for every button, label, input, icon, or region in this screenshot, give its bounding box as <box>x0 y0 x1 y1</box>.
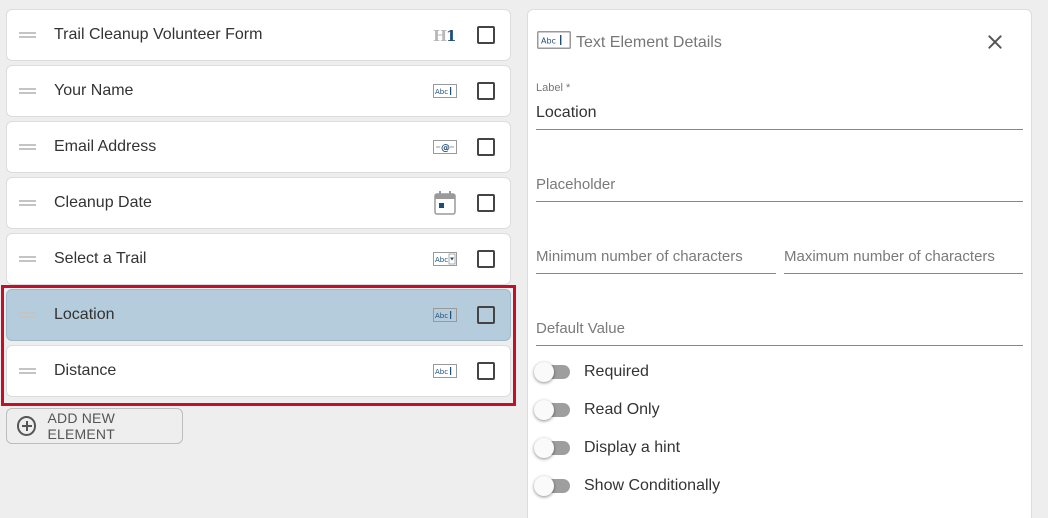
text-field-icon: Abc <box>433 79 457 103</box>
toggle-track[interactable] <box>534 400 570 420</box>
default-value-placeholder: Default Value <box>536 320 625 337</box>
svg-text:Abc: Abc <box>435 368 448 376</box>
form-element-row[interactable]: Trail Cleanup Volunteer Form H 1 <box>6 9 511 61</box>
drag-handle-icon[interactable] <box>19 144 36 150</box>
form-element-label: Select a Trail <box>54 250 147 267</box>
email-field-icon: @ <box>433 135 457 159</box>
calendar-icon <box>433 191 457 215</box>
required-toggle[interactable]: Required <box>534 362 649 382</box>
add-new-element-label: ADD NEW ELEMENT <box>47 410 115 442</box>
form-element-row[interactable]: Distance Abc <box>6 345 511 397</box>
element-checkbox[interactable] <box>477 250 495 268</box>
text-element-details-panel: Abc Text Element Details Label * Locatio… <box>527 9 1032 518</box>
element-checkbox[interactable] <box>477 82 495 100</box>
add-circle-icon <box>17 416 37 436</box>
form-element-label: Location <box>54 306 115 323</box>
add-new-element-button[interactable]: ADD NEW ELEMENT <box>6 408 183 444</box>
label-field-label: Label * <box>536 82 571 94</box>
panel-title: Text Element Details <box>576 33 722 51</box>
text-field-icon: Abc <box>433 303 457 327</box>
toggle-thumb[interactable] <box>534 400 554 420</box>
panel-header: Abc Text Element Details <box>537 31 722 54</box>
form-builder: Trail Cleanup Volunteer Form H 1 Your Na… <box>0 0 1048 518</box>
svg-text:Abc: Abc <box>435 312 448 320</box>
show-conditionally-toggle[interactable]: Show Conditionally <box>534 476 721 496</box>
svg-text:@: @ <box>441 144 450 154</box>
toggle-track[interactable] <box>534 438 570 458</box>
drag-handle-icon[interactable] <box>19 88 36 94</box>
display-hint-toggle-label: Display a hint <box>584 439 681 456</box>
toggle-thumb[interactable] <box>534 362 554 382</box>
element-checkbox[interactable] <box>477 362 495 380</box>
svg-text:1: 1 <box>446 27 456 43</box>
max-characters-field[interactable]: Maximum number of characters <box>784 242 1023 274</box>
display-hint-toggle[interactable]: Display a hint <box>534 438 681 458</box>
text-field-icon: Abc <box>537 31 571 54</box>
drag-handle-icon[interactable] <box>19 312 36 318</box>
form-element-label: Cleanup Date <box>54 194 152 211</box>
drag-handle-icon[interactable] <box>19 368 36 374</box>
drag-handle-icon[interactable] <box>19 256 36 262</box>
close-icon[interactable] <box>987 34 1003 50</box>
max-characters-placeholder: Maximum number of characters <box>784 248 995 265</box>
svg-text:Abc: Abc <box>541 37 556 46</box>
placeholder-field-placeholder: Placeholder <box>536 176 616 193</box>
toggle-thumb[interactable] <box>534 476 554 496</box>
form-element-row[interactable]: Select a Trail Abc <box>6 233 511 285</box>
drag-handle-icon[interactable] <box>19 32 36 38</box>
form-element-row[interactable]: Cleanup Date <box>6 177 511 229</box>
form-element-row[interactable]: Location Abc <box>6 289 511 341</box>
min-characters-placeholder: Minimum number of characters <box>536 248 743 265</box>
min-characters-field[interactable]: Minimum number of characters <box>536 242 776 274</box>
form-element-label: Your Name <box>54 82 134 99</box>
form-element-row[interactable]: Your Name Abc <box>6 65 511 117</box>
read-only-toggle[interactable]: Read Only <box>534 400 660 420</box>
form-element-row[interactable]: Email Address @ <box>6 121 511 173</box>
show-conditionally-toggle-label: Show Conditionally <box>584 477 721 494</box>
element-checkbox[interactable] <box>477 138 495 156</box>
toggle-track[interactable] <box>534 476 570 496</box>
svg-text:Abc: Abc <box>435 256 448 264</box>
required-toggle-label: Required <box>584 363 649 380</box>
toggle-thumb[interactable] <box>534 438 554 458</box>
placeholder-field[interactable]: Placeholder <box>536 170 1023 202</box>
element-checkbox[interactable] <box>477 306 495 324</box>
form-element-label: Email Address <box>54 138 157 155</box>
toggle-track[interactable] <box>534 362 570 382</box>
default-value-field[interactable]: Default Value <box>536 314 1023 346</box>
form-element-label: Trail Cleanup Volunteer Form <box>54 26 263 43</box>
element-checkbox[interactable] <box>477 194 495 212</box>
read-only-toggle-label: Read Only <box>584 401 660 418</box>
svg-text:Abc: Abc <box>435 88 448 96</box>
text-field-icon: Abc <box>433 359 457 383</box>
label-field-value: Location <box>536 104 597 121</box>
dropdown-field-icon: Abc <box>433 247 457 271</box>
form-element-label: Distance <box>54 362 117 379</box>
drag-handle-icon[interactable] <box>19 200 36 206</box>
heading-h1-icon: H 1 <box>433 23 457 47</box>
label-field[interactable]: Label * Location <box>536 82 1023 130</box>
element-checkbox[interactable] <box>477 26 495 44</box>
